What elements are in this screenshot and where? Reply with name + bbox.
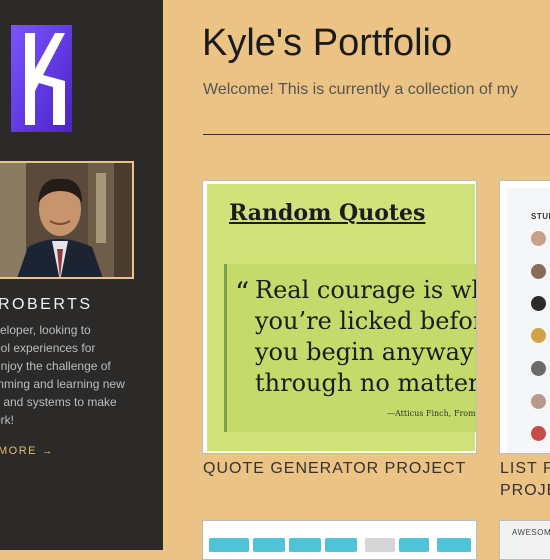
arrow-right-icon: →: [41, 445, 55, 457]
quote-preview-heading: Random Quotes: [229, 200, 426, 226]
quote-line: Real courage is whe: [255, 276, 477, 304]
project-card[interactable]: [202, 520, 477, 560]
avatar: [531, 426, 546, 441]
avatar: [531, 361, 546, 376]
bio-line: s and systems to make: [0, 395, 117, 409]
project-card[interactable]: AWESOM: [499, 520, 550, 560]
more-link-label: MORE: [0, 445, 37, 457]
list-preview: STUI: [507, 188, 550, 453]
page-title: Kyle's Portfolio: [202, 22, 453, 64]
bio-line: ork!: [0, 413, 15, 427]
sidebar: ROBERTS veloper, looking to ool experien…: [0, 0, 163, 550]
welcome-text: Welcome! This is currently a collection …: [203, 81, 519, 98]
quote-mark-icon: “: [235, 276, 250, 309]
more-link[interactable]: MORE →: [0, 445, 54, 457]
quote-line: you begin anyway a: [255, 338, 477, 366]
logo: [11, 25, 72, 132]
avatar: [531, 394, 546, 409]
project-label-list[interactable]: PROJE: [500, 482, 550, 500]
list-preview-heading: STUI: [531, 212, 550, 221]
bio-line: enjoy the challenge of: [0, 359, 111, 373]
avatar: [531, 328, 546, 343]
quote-preview: Random Quotes “ Real courage is whe you’…: [207, 184, 477, 451]
bio-line: veloper, looking to: [0, 323, 91, 337]
project-card-list[interactable]: STUI: [499, 180, 550, 454]
profile-name: ROBERTS: [0, 296, 93, 313]
avatar: [531, 264, 546, 279]
divider: [203, 134, 550, 135]
quote-attribution: —Atticus Finch, From...: [387, 409, 477, 418]
quote-line: you’re licked befor: [255, 307, 477, 335]
bio-line: mming and learning new: [0, 377, 125, 391]
avatar: [531, 231, 546, 246]
quote-panel: “ Real courage is whe you’re licked befo…: [224, 264, 477, 432]
profile-photo: [0, 161, 134, 279]
bio-line: ool experiences for: [0, 341, 96, 355]
project-label-list[interactable]: LIST PA: [500, 460, 550, 478]
project-label-quote-generator[interactable]: QUOTE GENERATOR PROJECT: [203, 460, 466, 478]
avatar: [531, 296, 546, 311]
preview-heading: AWESOM: [512, 528, 550, 537]
project-card-quote-generator[interactable]: Random Quotes “ Real courage is whe you’…: [202, 180, 477, 454]
quote-line: through no matter: [255, 369, 477, 397]
